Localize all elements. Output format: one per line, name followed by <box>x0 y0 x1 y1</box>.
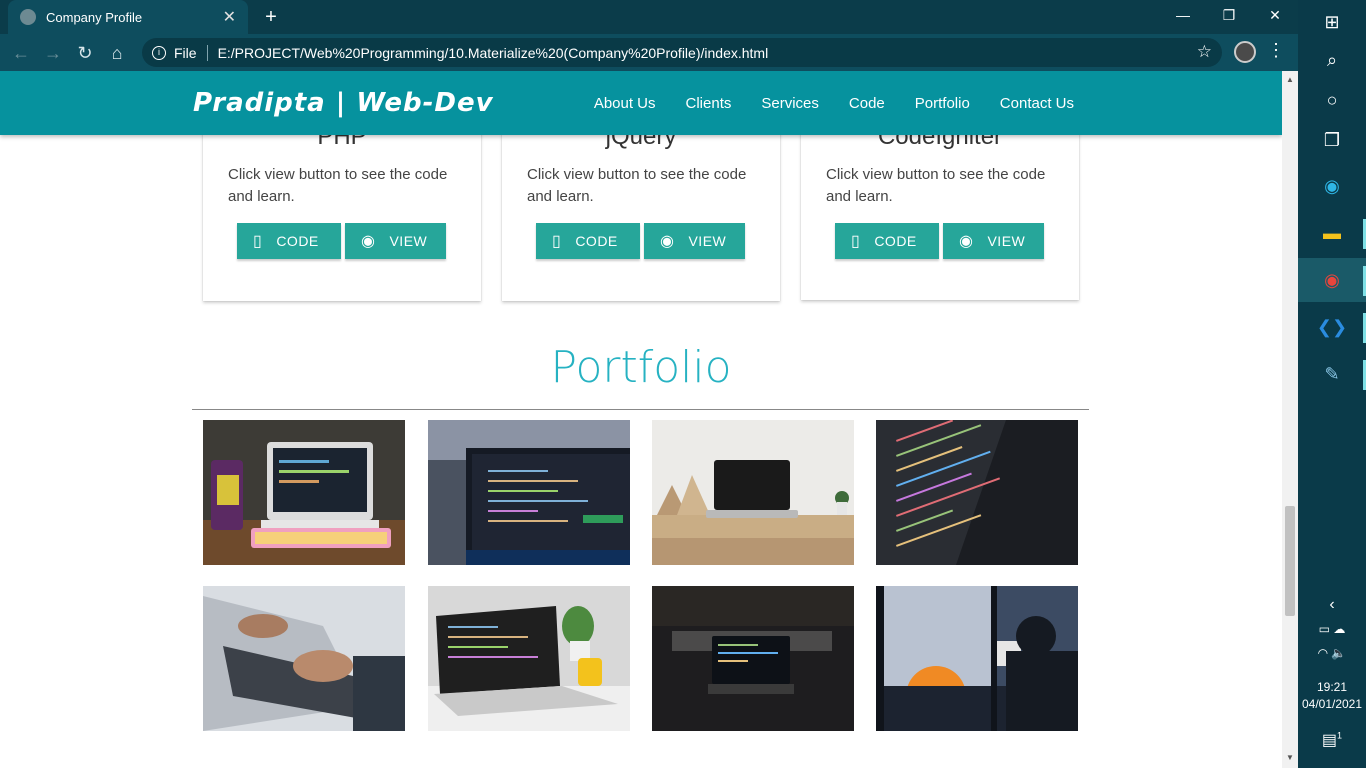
reload-icon[interactable]: ↻ <box>70 38 100 68</box>
laptop-code-editor-image <box>428 420 630 565</box>
profile-avatar[interactable] <box>1234 41 1256 63</box>
portfolio-photo-hands-typing-laptop[interactable] <box>203 586 405 731</box>
bookmark-star-icon[interactable]: ☆ <box>1197 42 1212 62</box>
tab-title: Company Profile <box>46 9 143 25</box>
nav-services[interactable]: Services <box>761 95 819 112</box>
tab-close-button[interactable]: ✕ <box>223 7 236 27</box>
edge-icon[interactable]: ◉ <box>1298 164 1366 208</box>
scheme-label: File <box>174 44 197 61</box>
clipboard-icon: ▯ <box>552 233 562 250</box>
new-tab-button[interactable]: + <box>258 4 284 30</box>
vscode-icon[interactable]: ❮❯ <box>1298 305 1366 349</box>
laptop-colorful-keyboard-image <box>203 420 405 565</box>
notifications-icon[interactable]: ▤1 <box>1298 730 1366 750</box>
card-buttons: ▯ CODE ◉ VIEW <box>536 223 749 259</box>
url-text[interactable]: E:/PROJECT/Web%20Programming/10.Material… <box>218 45 769 61</box>
info-icon[interactable]: i <box>152 45 166 60</box>
laptop-dark-room-image <box>652 586 854 731</box>
nav-code[interactable]: Code <box>849 95 885 112</box>
task-view-icon[interactable]: ❐ <box>1298 118 1366 162</box>
scrollbar-thumb[interactable] <box>1285 506 1295 616</box>
forward-arrow-icon[interactable]: → <box>38 38 68 68</box>
globe-icon <box>20 9 36 25</box>
eye-icon: ◉ <box>361 233 376 250</box>
page-viewport: Pradipta | Web-Dev About Us Clients Serv… <box>0 71 1282 768</box>
code-button[interactable]: ▯ CODE <box>536 223 640 259</box>
nav-portfolio[interactable]: Portfolio <box>915 95 970 112</box>
nav-about-us[interactable]: About Us <box>594 95 656 112</box>
search-icon[interactable]: ⌕ <box>1298 38 1366 82</box>
browser-tab-strip: Company Profile ✕ + — ❐ ✕ <box>0 0 1298 34</box>
portfolio-title: Portfolio <box>550 342 732 393</box>
view-button-label: VIEW <box>389 233 428 249</box>
code-on-monitor-image <box>876 420 1078 565</box>
portfolio-photo-laptop-on-desk[interactable] <box>652 420 854 565</box>
restore-button[interactable]: ❐ <box>1206 0 1252 30</box>
hands-typing-image <box>203 586 405 731</box>
paint-icon[interactable]: ✎ <box>1298 352 1366 396</box>
portfolio-photo-laptop-in-dark-room[interactable] <box>652 586 854 731</box>
close-window-button[interactable]: ✕ <box>1252 0 1298 30</box>
browser-menu-icon[interactable]: ⋮ <box>1266 40 1286 64</box>
portfolio-photo-laptop-with-plant-and-mug[interactable] <box>428 586 630 731</box>
view-button-label: VIEW <box>987 233 1026 249</box>
portfolio-photo-person-at-sunset-window[interactable] <box>876 586 1078 731</box>
eye-icon: ◉ <box>959 233 974 250</box>
code-button-label: CODE <box>874 233 917 249</box>
view-button[interactable]: ◉ VIEW <box>943 223 1044 259</box>
scroll-down-icon[interactable]: ▼ <box>1282 751 1298 765</box>
page-scrollbar[interactable]: ▲ ▼ <box>1282 71 1298 768</box>
notification-count: 1 <box>1337 730 1343 741</box>
file-explorer-icon[interactable]: ▬ <box>1298 211 1366 255</box>
windows-taskbar: ⊞ ⌕ ○ ❐ ◉ ▬ ◉ ❮❯ ✎ ‹ ▭ ☁ ◠ 🔈 19:21 04/01… <box>1298 0 1366 768</box>
battery-cloud-icons[interactable]: ▭ ☁ <box>1298 622 1366 636</box>
browser-tab[interactable]: Company Profile ✕ <box>8 0 248 34</box>
card-buttons: ▯ CODE ◉ VIEW <box>835 223 1048 259</box>
scroll-up-icon[interactable]: ▲ <box>1282 73 1298 87</box>
card-buttons: ▯ CODE ◉ VIEW <box>237 223 450 259</box>
portfolio-photo-code-on-monitor[interactable] <box>876 420 1078 565</box>
card-text: Click view button to see the code and le… <box>228 166 448 205</box>
home-icon[interactable]: ⌂ <box>102 38 132 68</box>
code-button-label: CODE <box>276 233 319 249</box>
portfolio-photo-laptop-with-colorful-keyboard[interactable] <box>203 420 405 565</box>
portfolio-divider <box>192 409 1089 410</box>
person-sunset-image <box>876 586 1078 731</box>
view-button[interactable]: ◉ VIEW <box>644 223 745 259</box>
address-separator <box>206 44 208 61</box>
clipboard-icon: ▯ <box>253 233 263 250</box>
site-menu: About Us Clients Services Code Portfolio… <box>564 71 1074 135</box>
view-button[interactable]: ◉ VIEW <box>345 223 446 259</box>
tray-expand-icon[interactable]: ‹ <box>1298 596 1366 614</box>
code-button[interactable]: ▯ CODE <box>835 223 939 259</box>
chrome-icon[interactable]: ◉ <box>1298 258 1366 302</box>
clock-date[interactable]: 04/01/2021 <box>1298 697 1366 711</box>
card-text: Click view button to see the code and le… <box>826 166 1046 205</box>
clipboard-icon: ▯ <box>851 233 861 250</box>
nav-contact-us[interactable]: Contact Us <box>1000 95 1074 112</box>
view-button-label: VIEW <box>688 233 727 249</box>
back-arrow-icon[interactable]: ← <box>6 38 36 68</box>
nav-clients[interactable]: Clients <box>686 95 732 112</box>
cortana-icon[interactable]: ○ <box>1298 78 1366 122</box>
code-button-label: CODE <box>575 233 618 249</box>
card-text: Click view button to see the code and le… <box>527 166 747 205</box>
clock-time[interactable]: 19:21 <box>1298 680 1366 694</box>
browser-toolbar: ← → ↻ ⌂ i File E:/PROJECT/Web%20Programm… <box>0 34 1298 71</box>
code-button[interactable]: ▯ CODE <box>237 223 341 259</box>
network-volume-icons[interactable]: ◠ 🔈 <box>1298 646 1366 660</box>
site-navbar: Pradipta | Web-Dev About Us Clients Serv… <box>0 71 1282 135</box>
minimize-button[interactable]: — <box>1160 0 1206 30</box>
laptop-on-desk-image <box>652 420 854 565</box>
address-bar[interactable]: i File E:/PROJECT/Web%20Programming/10.M… <box>142 38 1222 67</box>
eye-icon: ◉ <box>660 233 675 250</box>
laptop-plant-mug-image <box>428 586 630 731</box>
site-brand[interactable]: Pradipta | Web-Dev <box>193 88 494 118</box>
portfolio-photo-laptop-with-code-editor[interactable] <box>428 420 630 565</box>
